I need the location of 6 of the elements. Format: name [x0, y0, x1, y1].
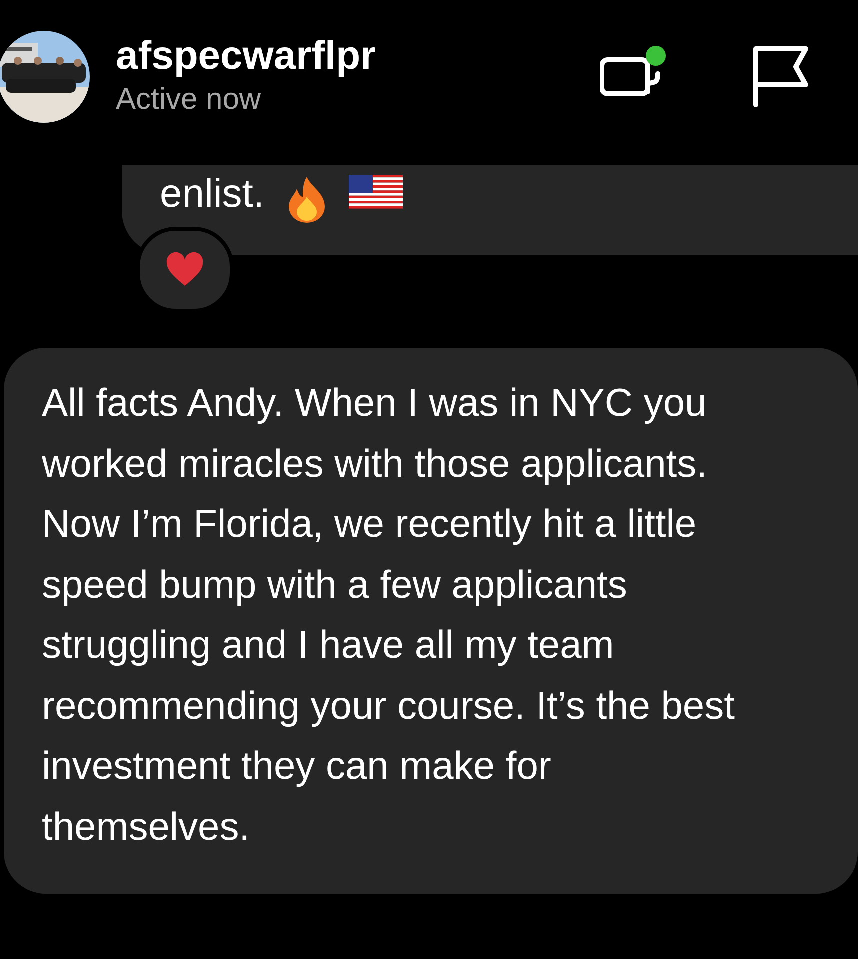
username: afspecwarflpr: [116, 32, 376, 80]
heart-icon: [165, 252, 205, 288]
us-flag-icon: [348, 175, 402, 211]
active-status: Active now: [116, 82, 262, 118]
message-text: All facts Andy. When I was in NYC you worked miracles with those applicants. Now I’m Florida, we recently hit a little speed bump with a few applicants struggling and I have all my team recommending your course. It’s the best investment they can make for themselves.: [42, 381, 736, 850]
message-text: enlist.: [160, 171, 264, 218]
